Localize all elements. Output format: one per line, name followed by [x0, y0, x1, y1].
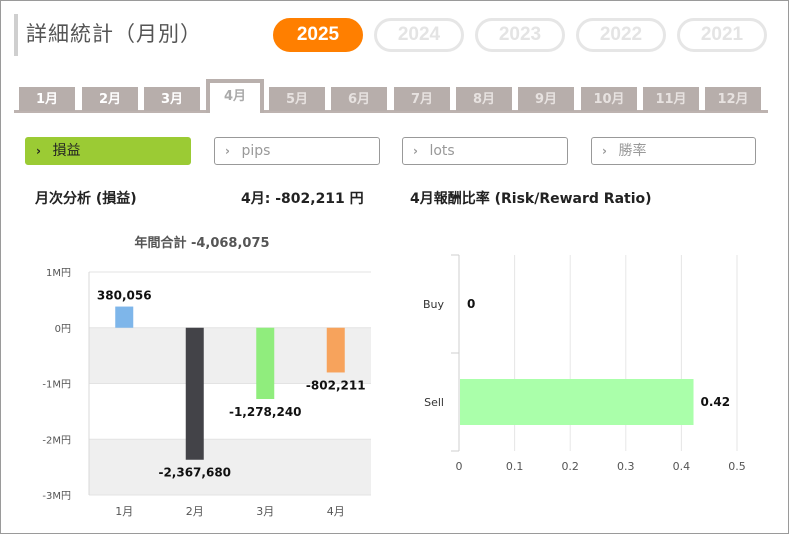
month-tab-8[interactable]: 8月	[456, 87, 512, 111]
bar-2月	[185, 327, 204, 460]
year-tab-2021[interactable]: 2021	[677, 18, 767, 52]
data-label: -802,211	[306, 378, 366, 392]
profit-bar-chart: 年間合計 -4,068,075 1M円 0円 -1M円 -2M円 -3M円 380,056 1…	[42, 235, 371, 518]
month-tab-12[interactable]: 12月	[705, 87, 761, 111]
y-tick-label: 1M円	[46, 268, 71, 279]
y-tick-label: -1M円	[42, 380, 71, 391]
month-tab-7[interactable]: 7月	[394, 87, 450, 111]
year-tab-2023[interactable]: 2023	[475, 18, 565, 52]
chart-title: 年間合計 -4,068,075	[134, 235, 269, 251]
x-tick-label: 0.1	[506, 460, 524, 473]
x-tick-label: 0.3	[617, 460, 635, 473]
metric-button-profit[interactable]: › 損益	[25, 137, 191, 165]
risk-reward-bar-chart: 0 0.1 0.2 0.3 0.4 0.5 Buy 0 Sell 0.42	[423, 254, 746, 473]
year-tab-2025[interactable]: 2025	[273, 18, 363, 52]
month-tab-2[interactable]: 2月	[82, 87, 138, 111]
x-tick-label: 1月	[115, 505, 133, 518]
x-tick-label: 4月	[327, 505, 345, 518]
month-tab-6[interactable]: 6月	[331, 87, 387, 111]
month-tab-10[interactable]: 10月	[581, 87, 637, 111]
month-tab-5[interactable]: 5月	[269, 87, 325, 111]
data-label: 0.42	[701, 395, 731, 409]
data-label: 0	[467, 297, 475, 311]
chevron-right-icon: ›	[413, 144, 418, 158]
y-tick-label: Buy	[423, 298, 445, 311]
data-label: -1,278,240	[229, 405, 302, 419]
data-label: -2,367,680	[158, 466, 231, 480]
year-tab-2024[interactable]: 2024	[374, 18, 464, 52]
stats-panel: 詳細統計（月別） 2025 2024 2023 2022 2021 1月 2月 …	[0, 0, 789, 534]
monthly-analysis-heading: 月次分析 (損益)	[35, 191, 137, 207]
month-tab-11[interactable]: 11月	[643, 87, 699, 111]
metric-button-lots[interactable]: › lots	[402, 137, 568, 165]
bar-Sell	[460, 379, 694, 425]
month-tab-3[interactable]: 3月	[144, 87, 200, 111]
chevron-right-icon: ›	[36, 144, 41, 158]
year-tab-2022[interactable]: 2022	[576, 18, 666, 52]
x-tick-label: 0	[456, 460, 463, 473]
x-tick-label: 0.5	[728, 460, 746, 473]
y-tick-label: 0円	[55, 324, 71, 335]
month-profit-value: 4月: -802,211 円	[241, 191, 364, 207]
data-label: 380,056	[97, 289, 152, 303]
chevron-right-icon: ›	[225, 144, 230, 158]
month-tab-9[interactable]: 9月	[518, 87, 574, 111]
month-tab-1[interactable]: 1月	[19, 87, 75, 111]
y-tick-label: Sell	[424, 396, 444, 409]
bar-4月	[326, 327, 345, 373]
risk-reward-heading: 4月報酬比率 (Risk/Reward Ratio)	[410, 191, 652, 207]
x-tick-label: 2月	[186, 505, 204, 518]
metric-button-winrate[interactable]: › 勝率	[591, 137, 756, 165]
metric-button-pips[interactable]: › pips	[214, 137, 380, 165]
chevron-right-icon: ›	[602, 144, 607, 158]
x-tick-label: 0.4	[673, 460, 691, 473]
bar-3月	[256, 327, 275, 400]
y-tick-label: -2M円	[42, 435, 71, 446]
month-tab-4[interactable]: 4月	[206, 79, 264, 113]
page-title: 詳細統計（月別）	[14, 14, 202, 56]
x-tick-label: 0.2	[561, 460, 579, 473]
bar-1月	[115, 306, 134, 328]
y-tick-label: -3M円	[42, 491, 71, 502]
x-tick-label: 3月	[256, 505, 274, 518]
